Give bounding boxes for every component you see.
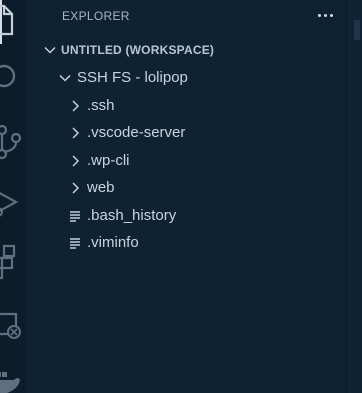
sidebar-title: EXPLORER	[62, 9, 130, 23]
remote-explorer-icon[interactable]	[0, 306, 22, 346]
workspace-section-header[interactable]: UNTITLED (WORKSPACE)	[26, 36, 362, 63]
tree-item-label: .bash_history	[87, 207, 177, 224]
tree-item-folder[interactable]: .ssh	[26, 92, 362, 119]
text-file-icon	[67, 208, 83, 224]
chevron-right-icon	[67, 180, 83, 196]
chevron-right-icon	[67, 125, 83, 141]
search-icon[interactable]	[0, 58, 22, 98]
tree-item-label: .viminfo	[87, 234, 139, 251]
text-file-icon	[67, 235, 83, 251]
more-actions-button[interactable]	[314, 4, 336, 26]
source-control-icon[interactable]	[0, 122, 22, 162]
tree-item-label: web	[87, 179, 115, 196]
tree-item-label: .wp-cli	[87, 152, 130, 169]
chevron-down-icon	[42, 42, 58, 58]
chevron-right-icon	[67, 153, 83, 169]
workspace-label: UNTITLED (WORKSPACE)	[61, 42, 215, 57]
chevron-down-icon	[57, 70, 73, 86]
chevron-right-icon	[67, 98, 83, 114]
tree-item-folder[interactable]: .wp-cli	[26, 147, 362, 174]
tree-item-file[interactable]: .bash_history	[26, 202, 362, 229]
root-folder-label: SSH FS - lolipop	[77, 69, 188, 86]
docker-icon[interactable]	[0, 364, 22, 393]
scrollbar-thumb[interactable]	[354, 20, 360, 40]
ellipsis-dot	[323, 13, 327, 17]
tree-item-label: .ssh	[87, 97, 115, 114]
explorer-icon[interactable]	[0, 0, 22, 40]
tree-item-root-folder[interactable]: SSH FS - lolipop	[26, 64, 362, 91]
extensions-icon[interactable]	[0, 244, 22, 284]
tree-item-folder[interactable]: .vscode-server	[26, 119, 362, 146]
ellipsis-dot	[329, 13, 333, 17]
tree-item-label: .vscode-server	[87, 124, 186, 141]
run-debug-icon[interactable]	[0, 182, 22, 222]
tree-item-folder[interactable]: web	[26, 174, 362, 201]
tree-item-file[interactable]: .viminfo	[26, 229, 362, 256]
explorer-sidebar: EXPLORER UNTITLED (WORKSPACE) SSH FS - l…	[26, 0, 350, 393]
ellipsis-icon	[317, 13, 321, 17]
scrollbar[interactable]	[349, 0, 362, 393]
sidebar-header: EXPLORER	[26, 0, 350, 32]
activity-bar	[0, 0, 26, 393]
vscode-window: EXPLORER UNTITLED (WORKSPACE) SSH FS - l…	[0, 0, 362, 393]
